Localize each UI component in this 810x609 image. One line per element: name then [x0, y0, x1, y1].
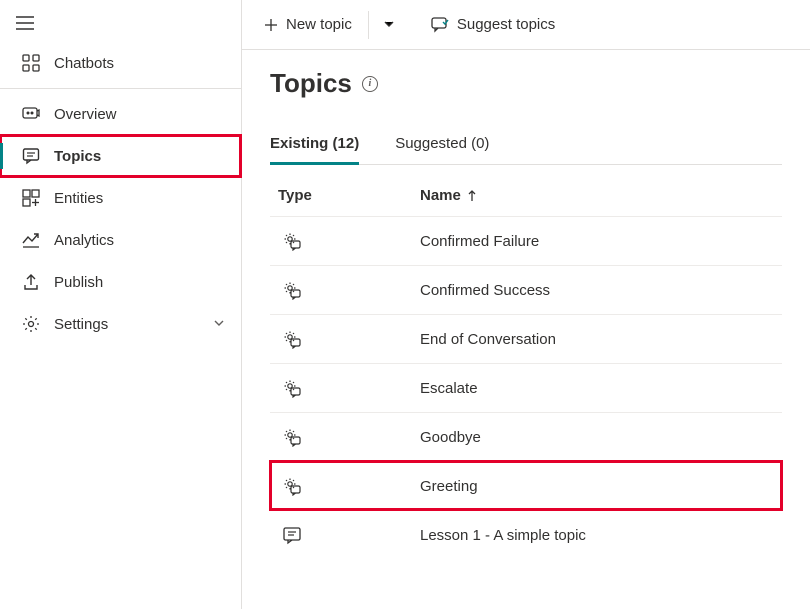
info-icon[interactable]: i	[362, 76, 378, 92]
table-row[interactable]: Confirmed Failure	[270, 216, 782, 265]
new-topic-button[interactable]: New topic	[254, 10, 362, 39]
analytics-icon	[22, 231, 40, 249]
suggest-topics-button[interactable]: Suggest topics	[421, 10, 565, 39]
nav-label: Overview	[54, 106, 117, 123]
sort-asc-icon	[467, 190, 477, 202]
table-row[interactable]: Greeting	[270, 461, 782, 510]
table-body: Confirmed Failure Confirmed Success End …	[270, 216, 782, 559]
nav-overview[interactable]: Overview	[0, 93, 241, 135]
nav-label: Topics	[54, 148, 101, 165]
main: New topic Suggest topics Topics i	[242, 0, 810, 609]
row-name: End of Conversation	[420, 331, 774, 348]
col-header-type[interactable]: Type	[278, 187, 420, 204]
command-bar: New topic Suggest topics	[242, 0, 810, 50]
system-topic-icon	[278, 280, 420, 300]
page-title: Topics i	[270, 68, 782, 99]
chatbots-icon	[22, 54, 40, 72]
tabs: Existing (12) Suggested (0)	[270, 129, 782, 165]
nav-divider	[0, 88, 241, 89]
nav-publish[interactable]: Publish	[0, 261, 241, 303]
tab-existing[interactable]: Existing (12)	[270, 129, 359, 164]
col-header-name-label: Name	[420, 187, 461, 204]
sidebar: Chatbots Overview	[0, 0, 242, 609]
row-name: Lesson 1 - A simple topic	[420, 527, 774, 544]
tab-label: Existing (12)	[270, 135, 359, 152]
tab-label: Suggested (0)	[395, 135, 489, 152]
topics-icon	[22, 147, 40, 165]
cmd-label: New topic	[286, 16, 352, 33]
system-topic-icon	[278, 427, 420, 447]
row-name: Greeting	[420, 478, 774, 495]
col-header-name[interactable]: Name	[420, 187, 774, 204]
system-topic-icon	[278, 231, 420, 251]
overview-icon	[22, 105, 40, 123]
nav-label: Chatbots	[54, 55, 114, 72]
table-header: Type Name	[270, 175, 782, 216]
nav-topics[interactable]: Topics	[0, 135, 241, 177]
nav-label: Entities	[54, 190, 103, 207]
nav-settings[interactable]: Settings	[0, 303, 241, 345]
page-title-text: Topics	[270, 68, 352, 99]
table-row[interactable]: Confirmed Success	[270, 265, 782, 314]
cmd-label: Suggest topics	[457, 16, 555, 33]
hamburger-icon	[16, 16, 34, 30]
nav-label: Analytics	[54, 232, 114, 249]
table-row[interactable]: End of Conversation	[270, 314, 782, 363]
nav-chatbots[interactable]: Chatbots	[0, 42, 241, 84]
table-row[interactable]: Goodbye	[270, 412, 782, 461]
table-row[interactable]: Lesson 1 - A simple topic	[270, 510, 782, 559]
publish-icon	[22, 273, 40, 291]
tab-suggested[interactable]: Suggested (0)	[395, 129, 489, 164]
row-name: Goodbye	[420, 429, 774, 446]
user-topic-icon	[278, 525, 420, 545]
new-topic-dropdown[interactable]	[375, 11, 403, 39]
content: Topics i Existing (12) Suggested (0) Typ…	[242, 50, 810, 609]
nav-label: Publish	[54, 274, 103, 291]
system-topic-icon	[278, 476, 420, 496]
entities-icon	[22, 189, 40, 207]
plus-icon	[264, 18, 278, 32]
nav-analytics[interactable]: Analytics	[0, 219, 241, 261]
system-topic-icon	[278, 378, 420, 398]
settings-icon	[22, 315, 40, 333]
system-topic-icon	[278, 329, 420, 349]
nav-label: Settings	[54, 316, 108, 333]
row-name: Escalate	[420, 380, 774, 397]
chevron-down-icon	[383, 18, 395, 30]
row-name: Confirmed Success	[420, 282, 774, 299]
hamburger-menu[interactable]	[0, 6, 241, 42]
suggest-icon	[431, 17, 449, 33]
nav-entities[interactable]: Entities	[0, 177, 241, 219]
table-row[interactable]: Escalate	[270, 363, 782, 412]
separator	[368, 11, 369, 39]
chevron-down-icon	[213, 316, 225, 333]
row-name: Confirmed Failure	[420, 233, 774, 250]
